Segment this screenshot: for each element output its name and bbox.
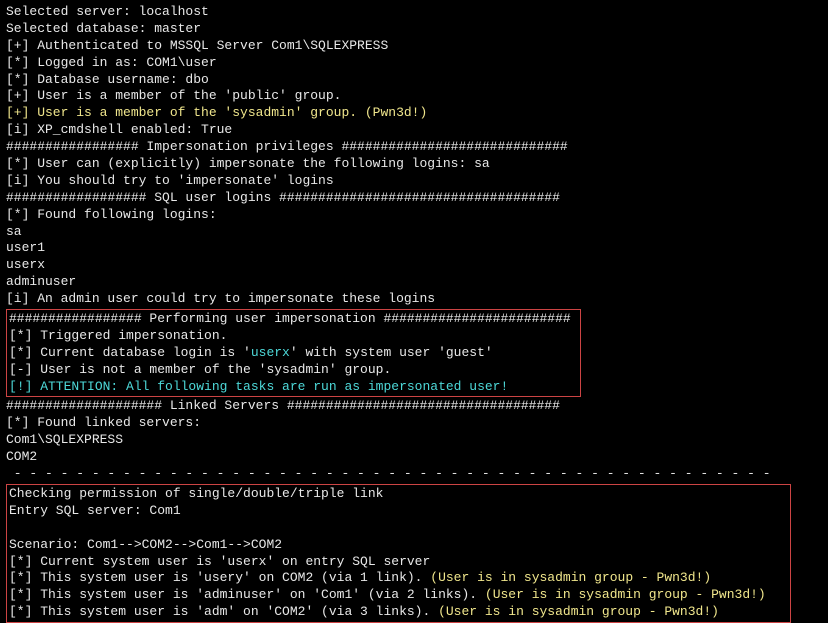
link3-prefix: [*] This system user is 'adm' on 'COM2' … <box>9 604 438 619</box>
admin-impersonate-hint: [i] An admin user could try to impersona… <box>6 291 822 308</box>
login-userx: userx <box>6 257 822 274</box>
scenario-line: Scenario: Com1-->COM2-->Com1-->COM2 <box>9 537 788 554</box>
db-username-line: [*] Database username: dbo <box>6 72 822 89</box>
auth-line: [+] Authenticated to MSSQL Server Com1\S… <box>6 38 822 55</box>
link3-pwn3d: (User is in sysadmin group - Pwn3d!) <box>438 604 719 619</box>
selected-server-line: Selected server: localhost <box>6 4 822 21</box>
logged-in-line: [*] Logged in as: COM1\user <box>6 55 822 72</box>
linked-server-2: COM2 <box>6 449 822 466</box>
terminal-output: Selected server: localhost Selected data… <box>6 4 822 623</box>
triggered-impersonation-line: [*] Triggered impersonation. <box>9 328 578 345</box>
checking-permission-line: Checking permission of single/double/tri… <box>9 486 788 503</box>
found-logins-line: [*] Found following logins: <box>6 207 822 224</box>
linked-server-1: Com1\SQLEXPRESS <box>6 432 822 449</box>
public-group-line: [+] User is a member of the 'public' gro… <box>6 88 822 105</box>
current-system-user-line: [*] Current system user is 'userx' on en… <box>9 554 788 571</box>
link3-line: [*] This system user is 'adm' on 'COM2' … <box>9 604 788 621</box>
login-sa: sa <box>6 224 822 241</box>
current-db-login-user: userx <box>251 345 290 360</box>
found-linked-servers-line: [*] Found linked servers: <box>6 415 822 432</box>
linked-servers-header: #################### Linked Servers ####… <box>6 398 822 415</box>
xp-cmdshell-line: [i] XP_cmdshell enabled: True <box>6 122 822 139</box>
current-db-login-line: [*] Current database login is 'userx' wi… <box>9 345 578 362</box>
blank-line <box>9 520 788 537</box>
entry-sql-server-line: Entry SQL server: Com1 <box>9 503 788 520</box>
sql-logins-header: ################## SQL user logins #####… <box>6 190 822 207</box>
impersonation-header: ################# Impersonation privileg… <box>6 139 822 156</box>
current-db-login-suffix: ' with system user 'guest' <box>290 345 493 360</box>
link1-pwn3d: (User is in sysadmin group - Pwn3d!) <box>430 570 711 585</box>
not-sysadmin-line: [-] User is not a member of the 'sysadmi… <box>9 362 578 379</box>
link1-prefix: [*] This system user is 'usery' on COM2 … <box>9 570 430 585</box>
sysadmin-group-line: [+] User is a member of the 'sysadmin' g… <box>6 105 822 122</box>
link2-line: [*] This system user is 'adminuser' on '… <box>9 587 788 604</box>
impersonation-box: ################# Performing user impers… <box>6 309 581 397</box>
link2-pwn3d: (User is in sysadmin group - Pwn3d!) <box>485 587 766 602</box>
linked-permission-box: Checking permission of single/double/tri… <box>6 484 791 623</box>
login-adminuser: adminuser <box>6 274 822 291</box>
current-db-login-prefix: [*] Current database login is ' <box>9 345 251 360</box>
selected-database-line: Selected database: master <box>6 21 822 38</box>
performing-impersonation-header: ################# Performing user impers… <box>9 311 578 328</box>
attention-line: [!] ATTENTION: All following tasks are r… <box>9 379 578 396</box>
login-user1: user1 <box>6 240 822 257</box>
link2-prefix: [*] This system user is 'adminuser' on '… <box>9 587 485 602</box>
impersonate-hint-line: [i] You should try to 'impersonate' logi… <box>6 173 822 190</box>
link1-line: [*] This system user is 'usery' on COM2 … <box>9 570 788 587</box>
dashed-separator: - - - - - - - - - - - - - - - - - - - - … <box>6 466 822 483</box>
impersonate-logins-line: [*] User can (explicitly) impersonate th… <box>6 156 822 173</box>
